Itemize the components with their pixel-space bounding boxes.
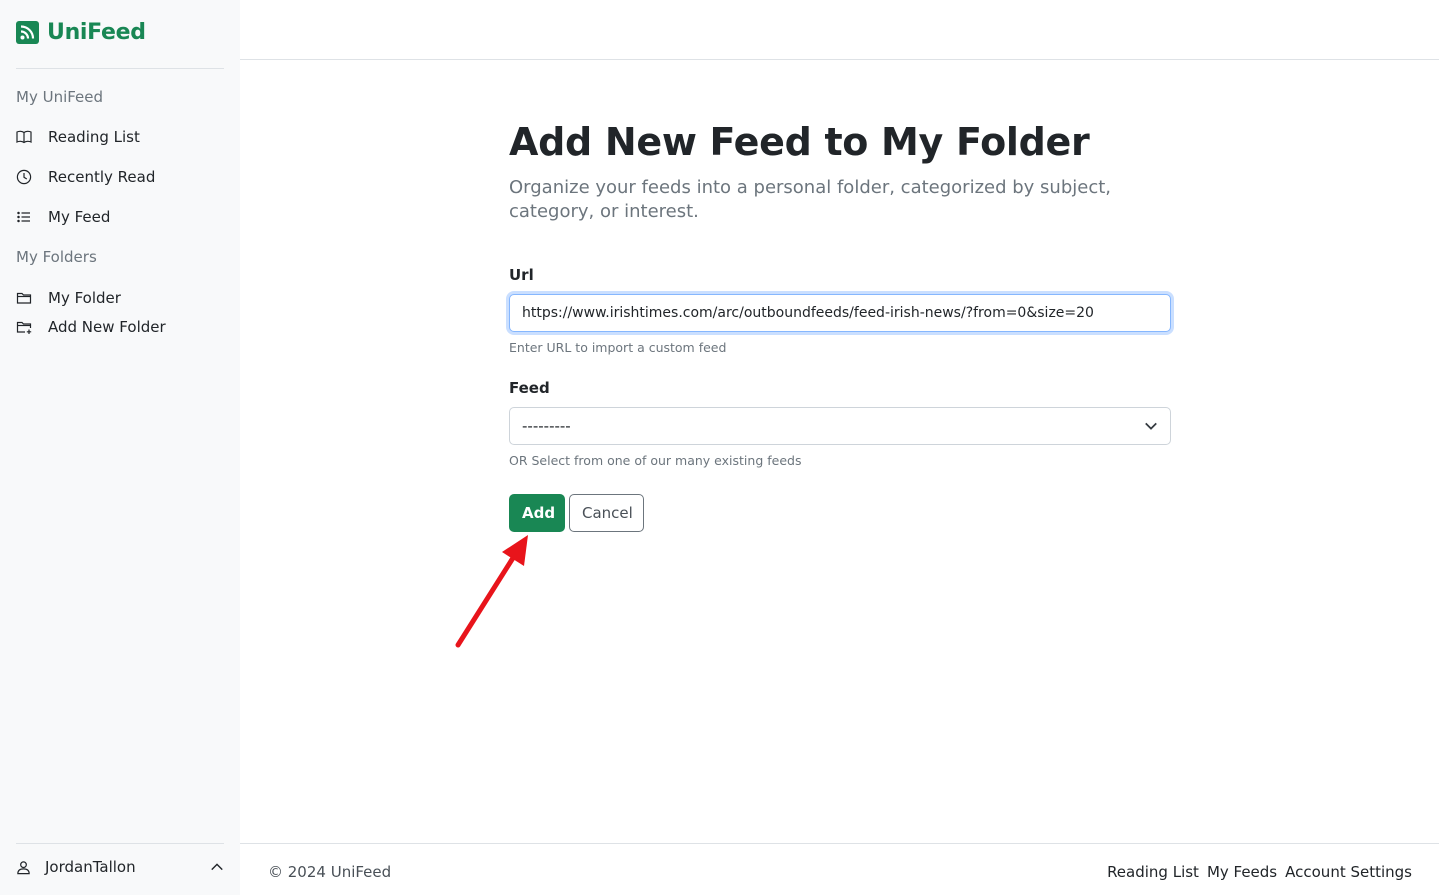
page-title: Add New Feed to My Folder	[509, 120, 1090, 164]
brand[interactable]: UniFeed	[16, 20, 146, 45]
feed-help-text: OR Select from one of our many existing …	[509, 453, 802, 468]
sidebar-item-my-folder[interactable]: My Folder	[16, 289, 121, 307]
sidebar-item-label: Add New Folder	[48, 318, 166, 336]
rss-icon	[16, 21, 39, 44]
annotation-arrow	[455, 535, 528, 648]
footer-link-reading-list[interactable]: Reading List	[1107, 863, 1199, 881]
folder-plus-icon	[16, 319, 32, 335]
url-label: Url	[509, 266, 534, 284]
book-icon	[16, 129, 32, 145]
section-title-folders: My Folders	[16, 248, 97, 266]
chevron-up-icon	[210, 860, 224, 874]
sidebar-item-label: My Feed	[48, 208, 111, 226]
cancel-button[interactable]: Cancel	[569, 494, 644, 532]
footer-link-account-settings[interactable]: Account Settings	[1285, 863, 1412, 881]
page-subtitle: Organize your feeds into a personal fold…	[509, 177, 1111, 222]
folder-icon	[16, 290, 32, 306]
sidebar-item-add-new-folder[interactable]: Add New Folder	[16, 318, 166, 336]
form-actions: Add Cancel	[509, 494, 1171, 532]
chevron-down-icon	[1144, 419, 1158, 433]
sidebar-divider	[16, 843, 224, 844]
url-help-text: Enter URL to import a custom feed	[509, 340, 727, 355]
list-icon	[16, 209, 32, 225]
footer-link-my-feeds[interactable]: My Feeds	[1207, 863, 1277, 881]
feed-label: Feed	[509, 379, 550, 397]
sidebar-divider	[16, 68, 224, 69]
footer-links: Reading List My Feeds Account Settings	[1107, 863, 1412, 881]
user-menu[interactable]: JordanTallon	[16, 858, 224, 876]
footer: © 2024 UniFeed Reading List My Feeds Acc…	[240, 843, 1439, 895]
clock-icon	[16, 169, 32, 185]
sidebar-item-recently-read[interactable]: Recently Read	[16, 168, 155, 186]
top-bar	[240, 0, 1439, 60]
url-input[interactable]	[509, 294, 1171, 332]
user-name: JordanTallon	[45, 858, 136, 876]
sidebar: UniFeed My UniFeed Reading List Recently…	[0, 0, 240, 895]
sidebar-item-my-feed[interactable]: My Feed	[16, 208, 110, 226]
main-content: Add New Feed to My Folder Organize your …	[509, 118, 1171, 532]
sidebar-item-label: Reading List	[48, 128, 140, 146]
person-icon	[16, 860, 31, 875]
brand-name: UniFeed	[47, 20, 146, 45]
feed-select-value: ---------	[522, 417, 571, 435]
copyright: © 2024 UniFeed	[268, 863, 392, 881]
sidebar-item-reading-list[interactable]: Reading List	[16, 128, 140, 146]
section-title-unifeed: My UniFeed	[16, 88, 104, 106]
feed-select[interactable]: ---------	[509, 407, 1171, 445]
sidebar-item-label: Recently Read	[48, 168, 156, 186]
sidebar-item-label: My Folder	[48, 289, 121, 307]
